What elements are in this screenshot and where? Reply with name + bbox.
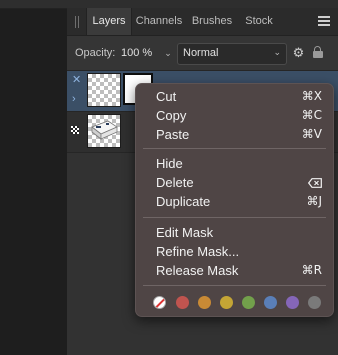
color-tag-none-icon[interactable] xyxy=(153,296,166,309)
link-icon: ✕ xyxy=(72,74,82,86)
layer-options-bar: Opacity: 100 % ⌄ Normal ⌄ ⚙ xyxy=(67,36,338,71)
menu-item-duplicate[interactable]: Duplicate ⌘J xyxy=(136,192,333,211)
blend-mode-value: Normal xyxy=(183,47,219,59)
menu-separator xyxy=(143,148,326,149)
chevron-right-icon[interactable]: › xyxy=(72,93,76,105)
menu-separator xyxy=(143,217,326,218)
grip-handle-icon[interactable] xyxy=(75,16,81,28)
opacity-dropdown-icon[interactable]: ⌄ xyxy=(162,44,174,62)
chevron-down-icon: ⌄ xyxy=(273,47,281,57)
menu-item-release-mask[interactable]: Release Mask ⌘R xyxy=(136,261,333,280)
layer-expand-control[interactable]: ✕ › xyxy=(71,73,83,109)
tab-brushes[interactable]: Brushes xyxy=(188,8,236,35)
opacity-label: Opacity: xyxy=(75,47,116,59)
color-tag-gray[interactable] xyxy=(308,296,321,309)
menu-item-delete[interactable]: Delete xyxy=(136,173,333,192)
delete-key-icon xyxy=(308,178,322,188)
shortcut-label: ⌘C xyxy=(301,108,322,122)
menu-item-copy[interactable]: Copy ⌘C xyxy=(136,106,333,125)
shortcut-label: ⌘X xyxy=(301,89,322,103)
lock-icon[interactable] xyxy=(313,46,323,58)
layer-thumbnail xyxy=(87,114,121,148)
tab-channels[interactable]: Channels xyxy=(133,8,185,35)
menu-item-refine-mask[interactable]: Refine Mask... xyxy=(136,242,333,261)
menu-item-edit-mask[interactable]: Edit Mask xyxy=(136,223,333,242)
tab-stock[interactable]: Stock xyxy=(240,8,278,35)
color-tag-red[interactable] xyxy=(176,296,189,309)
menu-item-cut[interactable]: Cut ⌘X xyxy=(136,87,333,106)
gear-icon[interactable]: ⚙ xyxy=(292,46,305,59)
color-tag-purple[interactable] xyxy=(286,296,299,309)
menu-separator xyxy=(143,285,326,286)
menu-item-paste[interactable]: Paste ⌘V xyxy=(136,125,333,144)
layer-thumbnail xyxy=(87,73,121,107)
color-tag-yellow[interactable] xyxy=(220,296,233,309)
blend-mode-select[interactable]: Normal ⌄ xyxy=(177,43,287,65)
layer-type-icon xyxy=(71,126,79,134)
menu-item-hide[interactable]: Hide xyxy=(136,154,333,173)
color-tag-orange[interactable] xyxy=(198,296,211,309)
shortcut-label: ⌘V xyxy=(301,127,322,141)
color-tag-green[interactable] xyxy=(242,296,255,309)
shortcut-label: ⌘R xyxy=(301,263,322,277)
tab-layers[interactable]: Layers xyxy=(86,8,132,35)
color-tag-blue[interactable] xyxy=(264,296,277,309)
shortcut-label: ⌘J xyxy=(306,194,322,208)
panel-tab-bar: Layers Channels Brushes Stock xyxy=(67,8,338,36)
panel-menu-icon[interactable] xyxy=(318,16,330,27)
context-menu: Cut ⌘X Copy ⌘C Paste ⌘V Hide Delete Dupl… xyxy=(135,83,334,317)
